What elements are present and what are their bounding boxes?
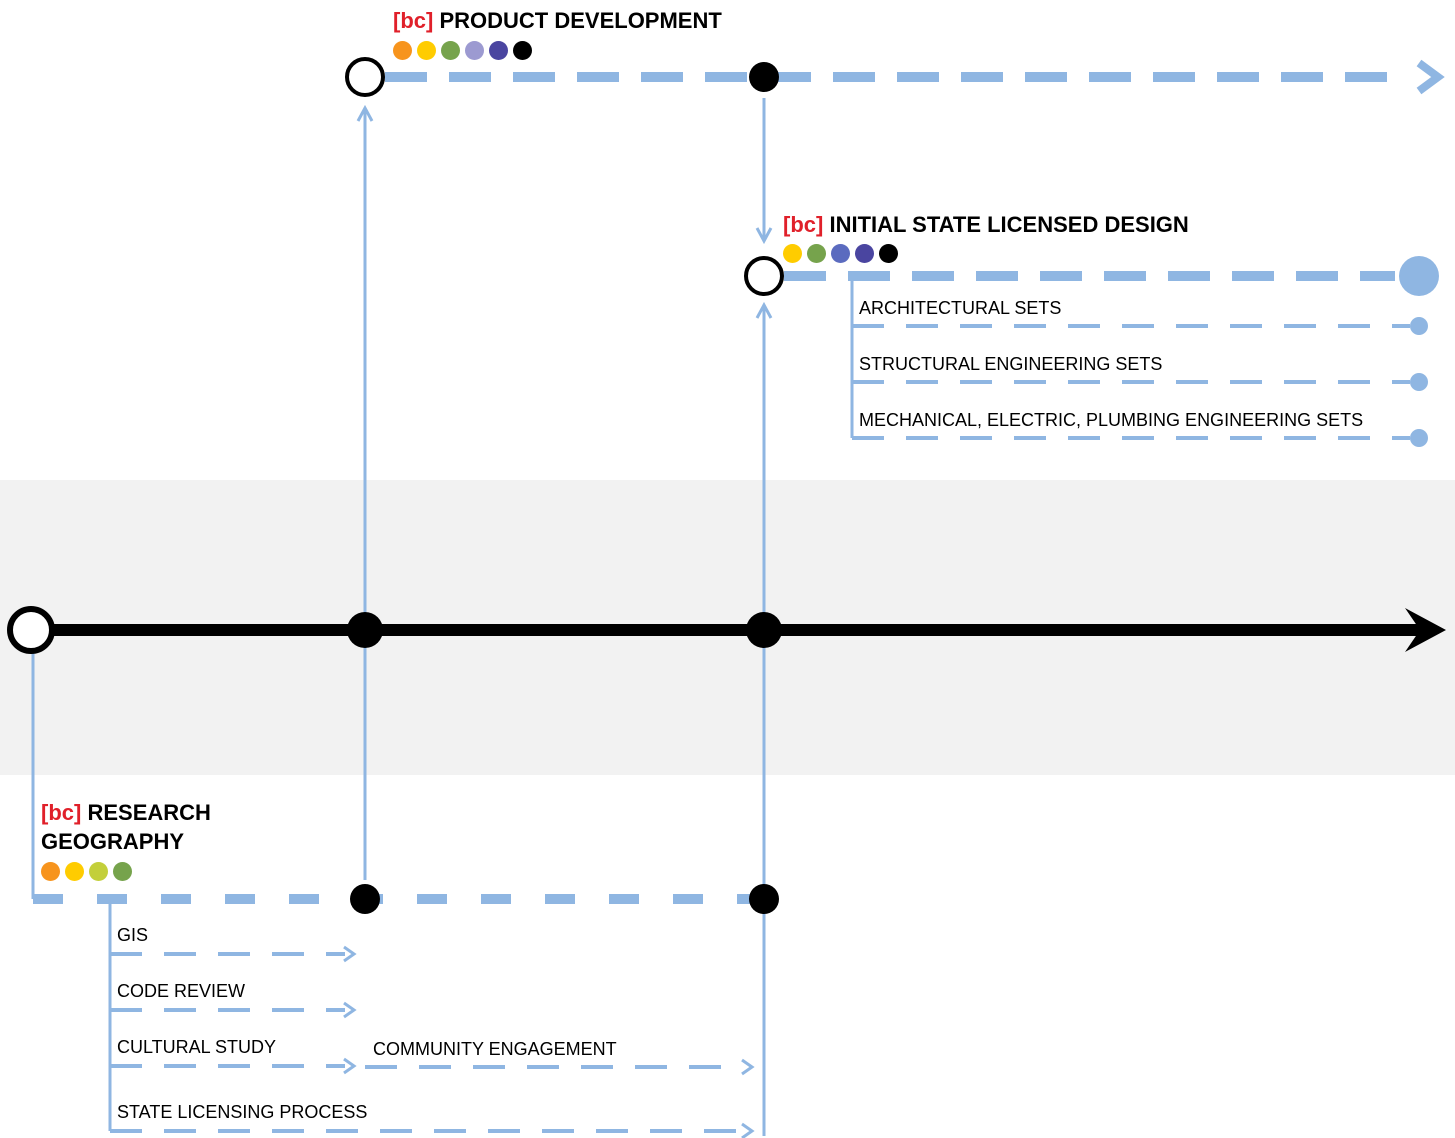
- research-sub-arrow: [343, 1001, 357, 1019]
- design-start-node: [744, 256, 784, 296]
- design-item-label: MECHANICAL, ELECTRIC, PLUMBING ENGINEERI…: [859, 410, 1364, 430]
- color-dot: [65, 862, 84, 881]
- design-item-label: STRUCTURAL ENGINEERING SETS: [859, 354, 1163, 374]
- research-item-label: CULTURAL STUDY: [117, 1037, 277, 1057]
- design-item-label: ARCHITECTURAL SETS: [859, 298, 1062, 318]
- research-sub-arrow: [741, 1122, 755, 1138]
- research-heading: [bc] RESEARCH GEOGRAPHY: [41, 798, 211, 856]
- color-dot: [513, 41, 532, 60]
- community-arrow: [741, 1058, 755, 1076]
- color-dot: [113, 862, 132, 881]
- design-track-end: [1399, 256, 1439, 296]
- heading-title: PRODUCT DEVELOPMENT: [439, 8, 722, 33]
- color-dots: [41, 862, 132, 881]
- design-sub-end: [1410, 373, 1428, 391]
- research-sub-arrow: [343, 945, 357, 963]
- timeline-node: [746, 612, 782, 648]
- research-item-label: STATE LICENSING PROCESS: [117, 1102, 368, 1122]
- product-start-node: [345, 57, 385, 97]
- color-dots: [783, 244, 898, 263]
- bc-tag: [bc]: [41, 800, 82, 825]
- diagram-lines: [7, 57, 1446, 1138]
- start-node: [7, 606, 55, 654]
- design-sub-end: [1410, 429, 1428, 447]
- color-dot: [879, 244, 898, 263]
- initial-state-heading: [bc] INITIAL STATE LICENSED DESIGN: [783, 210, 1189, 239]
- research-item-label: CODE REVIEW: [117, 981, 246, 1001]
- process-diagram: [bc] PRODUCT DEVELOPMENT [bc] INITIAL ST…: [0, 0, 1455, 1138]
- color-dot: [807, 244, 826, 263]
- timeline-node: [347, 612, 383, 648]
- color-dot: [441, 41, 460, 60]
- color-dot: [41, 862, 60, 881]
- color-dot: [831, 244, 850, 263]
- heading-title: GEOGRAPHY: [41, 829, 185, 854]
- product-node: [749, 62, 779, 92]
- color-dot: [783, 244, 802, 263]
- heading-title: INITIAL STATE LICENSED DESIGN: [829, 212, 1189, 237]
- product-development-heading: [bc] PRODUCT DEVELOPMENT: [393, 6, 722, 35]
- color-dots: [393, 41, 532, 60]
- color-dot: [489, 41, 508, 60]
- heading-title: RESEARCH: [87, 800, 211, 825]
- research-sub-arrow: [343, 1057, 357, 1075]
- bc-tag: [bc]: [393, 8, 434, 33]
- product-track-arrow: [1416, 59, 1445, 95]
- community-engagement-label: COMMUNITY ENGAGEMENT: [373, 1039, 617, 1059]
- research-node: [350, 884, 380, 914]
- color-dot: [855, 244, 874, 263]
- research-node: [749, 884, 779, 914]
- design-sub-end: [1410, 317, 1428, 335]
- research-item-label: GIS: [117, 925, 149, 945]
- color-dot: [417, 41, 436, 60]
- color-dot: [89, 862, 108, 881]
- color-dot: [465, 41, 484, 60]
- bc-tag: [bc]: [783, 212, 824, 237]
- color-dot: [393, 41, 412, 60]
